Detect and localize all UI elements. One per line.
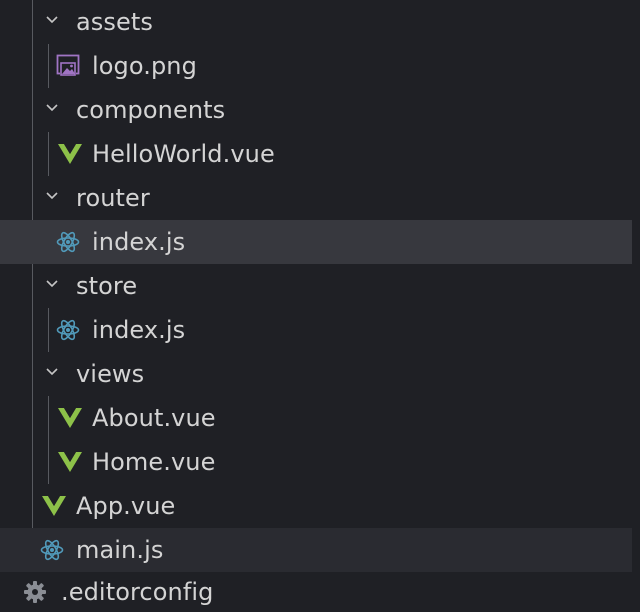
tree-row-file-store-index-js[interactable]: index.js xyxy=(0,308,640,352)
tree-row-file-main-js[interactable]: main.js xyxy=(0,528,632,572)
vue-file-icon xyxy=(57,142,82,166)
file-label: App.vue xyxy=(76,492,176,520)
file-label: HelloWorld.vue xyxy=(92,140,275,168)
chevron-down-icon[interactable] xyxy=(45,365,58,377)
folder-label: views xyxy=(76,360,145,388)
tree-row-file-editorconfig[interactable]: .editorconfig xyxy=(0,572,640,612)
chevron-down-icon[interactable] xyxy=(45,189,58,201)
chevron-down-icon[interactable] xyxy=(45,13,58,25)
tree-row-file-about-vue[interactable]: About.vue xyxy=(0,396,640,440)
tree-row-file-home-vue[interactable]: Home.vue xyxy=(0,440,640,484)
file-label: main.js xyxy=(76,536,164,564)
chevron-down-icon[interactable] xyxy=(45,101,58,113)
tree-row-folder-router[interactable]: router xyxy=(0,176,640,220)
tree-row-file-helloworld-vue[interactable]: HelloWorld.vue xyxy=(0,132,640,176)
vue-file-icon xyxy=(57,406,82,430)
tree-row-folder-components[interactable]: components xyxy=(0,88,640,132)
file-label: index.js xyxy=(92,316,186,344)
react-file-icon xyxy=(40,538,64,562)
file-label: About.vue xyxy=(92,404,216,432)
tree-row-folder-views[interactable]: views xyxy=(0,352,640,396)
chevron-down-icon[interactable] xyxy=(45,277,58,289)
tree-row-file-router-index-js[interactable]: index.js xyxy=(0,220,632,264)
tree-row-file-logo-png[interactable]: logo.png xyxy=(0,44,640,88)
tree-row-folder-store[interactable]: store xyxy=(0,264,640,308)
tree-row-folder-assets[interactable]: assets xyxy=(0,0,640,44)
gear-icon xyxy=(23,580,47,604)
folder-label: components xyxy=(76,96,226,124)
tree-row-file-app-vue[interactable]: App.vue xyxy=(0,484,640,528)
folder-label: router xyxy=(76,184,150,212)
react-file-icon xyxy=(56,318,80,342)
vue-file-icon xyxy=(57,450,82,474)
react-file-icon xyxy=(56,230,80,254)
file-label: index.js xyxy=(92,228,186,256)
folder-label: assets xyxy=(76,8,153,36)
file-explorer-tree: assets logo.png components HelloWorld.vu… xyxy=(0,0,640,612)
file-label: logo.png xyxy=(92,52,197,80)
file-label: .editorconfig xyxy=(61,578,214,606)
folder-label: store xyxy=(76,272,138,300)
file-label: Home.vue xyxy=(92,448,216,476)
image-file-icon xyxy=(56,54,80,78)
vue-file-icon xyxy=(41,494,66,518)
